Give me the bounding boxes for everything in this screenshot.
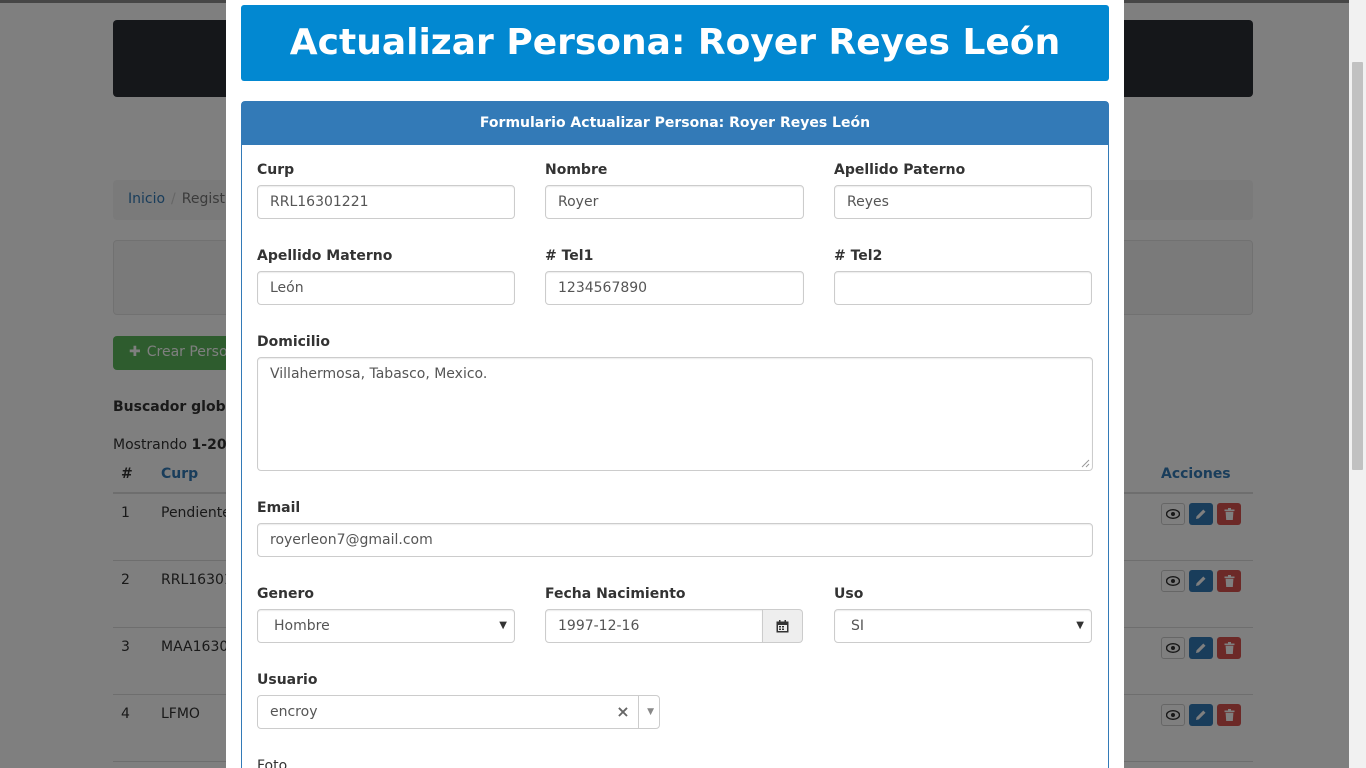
curp-input[interactable]: RRL16301221 [257,185,515,219]
clear-x-icon[interactable]: × [615,696,631,728]
apellido-paterno-group: Apellido Paterno Reyes [834,162,1092,219]
tel1-input[interactable]: 1234567890 [545,271,804,305]
usuario-group: Usuario encroy × ▼ [257,672,660,729]
curp-label: Curp [257,162,295,178]
tel2-label: # Tel2 [834,248,883,264]
fecha-nacimiento-label: Fecha Nacimiento [545,586,686,602]
usuario-select[interactable]: encroy × ▼ [257,695,660,729]
apellido-materno-input[interactable]: León [257,271,515,305]
tel1-label: # Tel1 [545,248,594,264]
tel2-group: # Tel2 [834,248,1092,305]
curp-group: Curp RRL16301221 [257,162,515,219]
genero-group: Genero Hombre ▼ [257,586,515,643]
email-input[interactable]: royerleon7@gmail.com [257,523,1093,557]
genero-label: Genero [257,586,314,602]
domicilio-label: Domicilio [257,334,330,350]
uso-select[interactable]: SI ▼ [834,609,1092,643]
calendar-icon [776,619,789,632]
nombre-input[interactable]: Royer [545,185,804,219]
uso-group: Uso SI ▼ [834,586,1092,643]
apellido-paterno-label: Apellido Paterno [834,162,966,178]
domicilio-value: Villahermosa, Tabasco, Mexico. [270,366,488,382]
scrollbar-thumb[interactable] [1352,62,1363,470]
nombre-group: Nombre Royer [545,162,804,219]
foto-label: Foto [257,758,288,768]
domicilio-group: Domicilio Villahermosa, Tabasco, Mexico. [257,334,1093,471]
uso-label: Uso [834,586,864,602]
caret-down-icon: ▼ [1076,620,1084,631]
fecha-nacimiento-input[interactable]: 1997-12-16 [545,609,763,643]
usuario-value: encroy [270,704,318,720]
apellido-paterno-input[interactable]: Reyes [834,185,1092,219]
update-person-modal: Actualizar Persona: Royer Reyes León For… [226,0,1124,768]
usuario-label: Usuario [257,672,318,688]
tel2-input[interactable] [834,271,1092,305]
fecha-nacimiento-group: Fecha Nacimiento 1997-12-16 [545,586,803,643]
tel1-group: # Tel1 1234567890 [545,248,804,305]
domicilio-textarea[interactable]: Villahermosa, Tabasco, Mexico. [257,357,1093,471]
genero-select[interactable]: Hombre ▼ [257,609,515,643]
apellido-materno-group: Apellido Materno León [257,248,515,305]
caret-down-icon[interactable]: ▼ [647,696,654,728]
email-group: Email royerleon7@gmail.com [257,500,1093,557]
apellido-materno-label: Apellido Materno [257,248,393,264]
uso-value: SI [851,618,865,634]
resize-grip-icon[interactable] [1081,459,1090,468]
nombre-label: Nombre [545,162,608,178]
genero-value: Hombre [274,618,330,634]
panel-title: Formulario Actualizar Persona: Royer Rey… [242,102,1108,145]
select-divider [638,696,639,728]
calendar-button[interactable] [763,609,803,643]
modal-title: Actualizar Persona: Royer Reyes León [241,5,1109,81]
email-label: Email [257,500,301,516]
fecha-nacimiento-input-group: 1997-12-16 [545,609,803,643]
caret-down-icon: ▼ [499,620,507,631]
